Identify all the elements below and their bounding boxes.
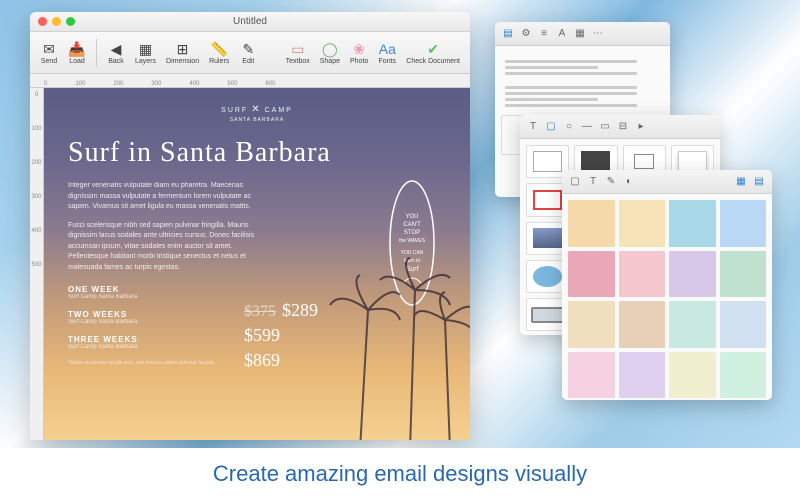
hero-title: Surf in Santa Barbara <box>68 137 446 169</box>
panel-toolbar: T ▢ ○ — ▭ ⊟ ▸ <box>520 115 720 139</box>
caption: Create amazing email designs visually <box>0 448 800 500</box>
color-swatch[interactable] <box>669 352 716 399</box>
palm-graphic <box>300 250 470 440</box>
edit-button[interactable]: ✎Edit <box>235 38 261 67</box>
fonts-icon: Aa <box>378 40 396 58</box>
color-swatch[interactable] <box>568 301 615 348</box>
inbox-icon: 📥 <box>68 40 86 58</box>
color-swatch[interactable] <box>619 251 666 298</box>
color-swatch[interactable] <box>619 352 666 399</box>
layers-icon: ▦ <box>137 40 155 58</box>
color-swatch[interactable] <box>619 200 666 247</box>
layout-icon[interactable]: ▦ <box>573 27 587 41</box>
shape-button[interactable]: ◯Shape <box>316 38 344 67</box>
text-icon[interactable]: T <box>586 175 600 189</box>
svg-text:the WAVES: the WAVES <box>399 238 426 244</box>
svg-text:CAN'T: CAN'T <box>403 222 421 228</box>
more-icon[interactable]: ⋯ <box>591 27 605 41</box>
fill-icon[interactable]: ◐ <box>622 175 636 189</box>
zoom-icon[interactable] <box>66 17 75 26</box>
colors-panel: ▢ T ✎ ◐ ▦ ▤ <box>562 170 772 400</box>
color-grid <box>568 200 766 398</box>
editor-window: Untitled ✉Send 📥Load ◀Back ▦Layers ⊞Dime… <box>30 12 470 440</box>
shape-icon: ◯ <box>321 40 339 58</box>
circle-icon[interactable]: ○ <box>562 120 576 134</box>
rulers-button[interactable]: 📏Rulers <box>205 38 233 67</box>
photo-button[interactable]: ❀Photo <box>346 38 372 67</box>
traffic-lights <box>38 17 75 26</box>
type-icon[interactable]: T <box>526 120 540 134</box>
check-icon: ✔ <box>424 40 442 58</box>
send-button[interactable]: ✉Send <box>36 38 62 67</box>
hero-body: Integer venenatis vulputate diam eu phar… <box>68 181 268 273</box>
toolbar: ✉Send 📥Load ◀Back ▦Layers ⊞Dimension 📏Ru… <box>30 32 470 74</box>
textbox-icon: ▭ <box>289 40 307 58</box>
close-icon[interactable] <box>38 17 47 26</box>
brush-icon[interactable]: ✎ <box>604 175 618 189</box>
envelope-icon: ✉ <box>40 40 58 58</box>
photo-icon: ❀ <box>350 40 368 58</box>
fonts-button[interactable]: AaFonts <box>374 38 400 67</box>
property-rows <box>505 60 660 107</box>
color-swatch[interactable] <box>720 352 767 399</box>
svg-text:STOP: STOP <box>404 230 420 236</box>
svg-text:YOU: YOU <box>405 214 418 220</box>
load-button[interactable]: 📥Load <box>64 38 90 67</box>
shape-icon[interactable]: ▢ <box>544 120 558 134</box>
divider-icon[interactable]: ⊟ <box>616 120 630 134</box>
ruler-horizontal: 0100200300400500600 <box>30 74 470 88</box>
button-icon[interactable]: ▭ <box>598 120 612 134</box>
window-title: Untitled <box>233 16 267 27</box>
page-icon[interactable]: ▤ <box>501 27 515 41</box>
color-swatch[interactable] <box>669 200 716 247</box>
color-swatch[interactable] <box>720 301 767 348</box>
swatch-active-icon[interactable]: ▦ <box>734 175 748 189</box>
dimension-icon: ⊞ <box>174 40 192 58</box>
caption-text: Create amazing email designs visually <box>213 461 587 487</box>
color-swatch[interactable] <box>568 352 615 399</box>
dimension-button[interactable]: ⊞Dimension <box>162 38 203 67</box>
title-bar: Untitled <box>30 12 470 32</box>
color-swatch[interactable] <box>568 200 615 247</box>
color-swatch[interactable] <box>619 301 666 348</box>
rulers-icon: 📏 <box>210 40 228 58</box>
square-icon[interactable]: ▢ <box>568 175 582 189</box>
grid-icon[interactable]: ▤ <box>752 175 766 189</box>
back-icon: ◀ <box>107 40 125 58</box>
ruler-vertical: 0100200300400500 <box>30 88 44 440</box>
color-swatch[interactable] <box>720 251 767 298</box>
gear-icon[interactable]: ⚙ <box>519 27 533 41</box>
more-icon[interactable]: ▸ <box>634 120 648 134</box>
color-swatch[interactable] <box>669 301 716 348</box>
pencil-icon: ✎ <box>239 40 257 58</box>
align-icon[interactable]: ≡ <box>537 27 551 41</box>
back-button[interactable]: ◀Back <box>103 38 129 67</box>
brand-logo: SURF✕CAMP SANTA BARBARA <box>68 104 446 123</box>
color-swatch[interactable] <box>720 200 767 247</box>
color-swatch[interactable] <box>669 251 716 298</box>
panel-toolbar: ▢ T ✎ ◐ ▦ ▤ <box>562 170 772 194</box>
line-icon[interactable]: — <box>580 120 594 134</box>
color-swatch[interactable] <box>568 251 615 298</box>
text-icon[interactable]: A <box>555 27 569 41</box>
textbox-button[interactable]: ▭Textbox <box>282 38 314 67</box>
check-button[interactable]: ✔Check Document <box>402 38 464 67</box>
minimize-icon[interactable] <box>52 17 61 26</box>
layers-button[interactable]: ▦Layers <box>131 38 160 67</box>
panel-toolbar: ▤ ⚙ ≡ A ▦ ⋯ <box>495 22 670 46</box>
design-canvas[interactable]: SURF✕CAMP SANTA BARBARA Surf in Santa Ba… <box>44 88 470 440</box>
